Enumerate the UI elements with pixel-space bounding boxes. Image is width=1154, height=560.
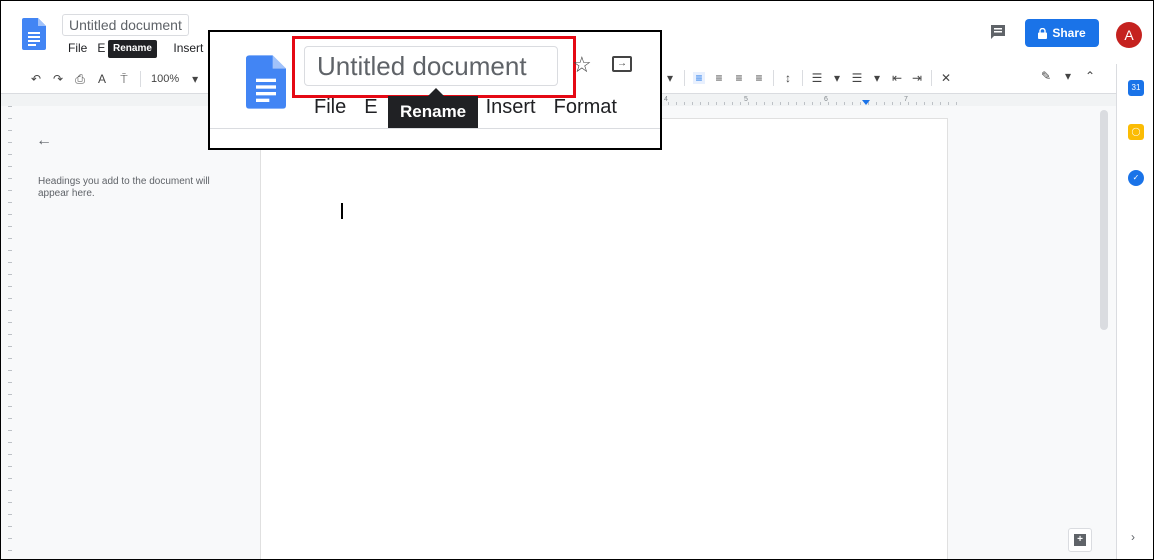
keep-icon[interactable]: ◯ bbox=[1128, 124, 1144, 140]
scrollbar[interactable] bbox=[1100, 110, 1108, 330]
arrow-back-icon[interactable]: ← bbox=[36, 132, 52, 150]
ruler-label: 4 bbox=[664, 96, 668, 103]
callout-divider bbox=[210, 128, 660, 129]
menu-insert[interactable]: Insert bbox=[173, 40, 203, 56]
increase-indent-icon[interactable]: ⇥ bbox=[911, 72, 923, 84]
align-left-icon[interactable]: ≡ bbox=[693, 72, 705, 84]
add-comment-button[interactable]: + bbox=[1068, 528, 1092, 552]
menu-edit[interactable]: E bbox=[97, 40, 105, 56]
magnified-callout: Untitled document ☆ → File E Insert Form… bbox=[208, 30, 662, 150]
bulleted-list-icon[interactable]: ☰ bbox=[851, 72, 863, 84]
chevron-down-icon[interactable]: ▾ bbox=[664, 72, 676, 84]
chevron-down-icon[interactable]: ▾ bbox=[189, 73, 201, 85]
print-icon[interactable]: ⎙ bbox=[74, 73, 86, 85]
toolbar-divider bbox=[773, 70, 774, 86]
side-panel: 31 ◯ ✓ › bbox=[1116, 64, 1154, 560]
star-icon: ☆ bbox=[572, 52, 592, 77]
align-justify-icon[interactable]: ≡ bbox=[753, 72, 765, 84]
share-button[interactable]: Share bbox=[1025, 19, 1099, 47]
align-right-icon[interactable]: ≡ bbox=[733, 72, 745, 84]
redo-icon[interactable]: ↷ bbox=[52, 73, 64, 85]
paint-format-icon[interactable]: ⍑ bbox=[118, 73, 130, 85]
document-outline: ← Headings you add to the document will … bbox=[20, 106, 260, 560]
toolbar-divider bbox=[140, 71, 141, 87]
ruler-ticks: 4 5 6 7 bbox=[660, 94, 960, 106]
vertical-ruler bbox=[0, 106, 12, 560]
ruler-label: 5 bbox=[744, 96, 748, 103]
comment-icon[interactable] bbox=[990, 24, 1006, 40]
avatar[interactable]: A bbox=[1116, 22, 1142, 48]
plus-icon: + bbox=[1074, 534, 1086, 546]
undo-icon[interactable]: ↶ bbox=[30, 73, 42, 85]
toolbar-divider bbox=[931, 70, 932, 86]
chevron-down-icon[interactable]: ▾ bbox=[871, 72, 883, 84]
ruler-label: 7 bbox=[904, 96, 908, 103]
chevron-down-icon[interactable]: ▾ bbox=[831, 72, 843, 84]
toolbar-divider bbox=[802, 70, 803, 86]
indent-marker[interactable] bbox=[862, 100, 870, 105]
callout-menu-insert: Insert bbox=[485, 96, 536, 118]
calendar-icon[interactable]: 31 bbox=[1128, 80, 1144, 96]
clear-formatting-icon[interactable]: ✕ bbox=[940, 72, 952, 84]
callout-menu-edit: E bbox=[364, 96, 378, 118]
collapse-toolbar-icon[interactable]: ⌃ bbox=[1084, 70, 1096, 82]
ruler-label: 6 bbox=[824, 96, 828, 103]
callout-menu-format: Format bbox=[553, 96, 617, 118]
zoom-select[interactable]: 100% bbox=[151, 73, 179, 85]
tasks-icon[interactable]: ✓ bbox=[1128, 170, 1144, 186]
document-title-input[interactable]: Untitled document bbox=[62, 14, 189, 36]
align-center-icon[interactable]: ≡ bbox=[713, 72, 725, 84]
chevron-down-icon[interactable]: ▾ bbox=[1062, 70, 1074, 82]
document-page[interactable] bbox=[260, 118, 948, 560]
share-label: Share bbox=[1052, 26, 1086, 40]
callout-rename-tooltip: Rename bbox=[388, 88, 479, 128]
text-cursor bbox=[341, 203, 343, 219]
outline-hint: Headings you add to the document will ap… bbox=[38, 176, 210, 199]
line-spacing-icon[interactable]: ↕ bbox=[782, 72, 794, 84]
decrease-indent-icon[interactable]: ⇤ bbox=[891, 72, 903, 84]
spellcheck-icon[interactable]: A bbox=[96, 73, 108, 85]
move-folder-icon: → bbox=[612, 56, 632, 72]
docs-logo-icon[interactable] bbox=[22, 18, 46, 50]
editing-mode-icon[interactable]: ✎ bbox=[1040, 70, 1052, 82]
menu-file[interactable]: File bbox=[68, 40, 87, 56]
rename-tooltip: Rename bbox=[108, 40, 157, 58]
numbered-list-icon[interactable]: ☰ bbox=[811, 72, 823, 84]
chevron-right-icon[interactable]: › bbox=[1131, 530, 1135, 544]
toolbar-divider bbox=[684, 70, 685, 86]
lock-icon bbox=[1038, 27, 1048, 39]
docs-logo-icon bbox=[246, 55, 286, 109]
callout-menu-file: File bbox=[314, 96, 347, 118]
